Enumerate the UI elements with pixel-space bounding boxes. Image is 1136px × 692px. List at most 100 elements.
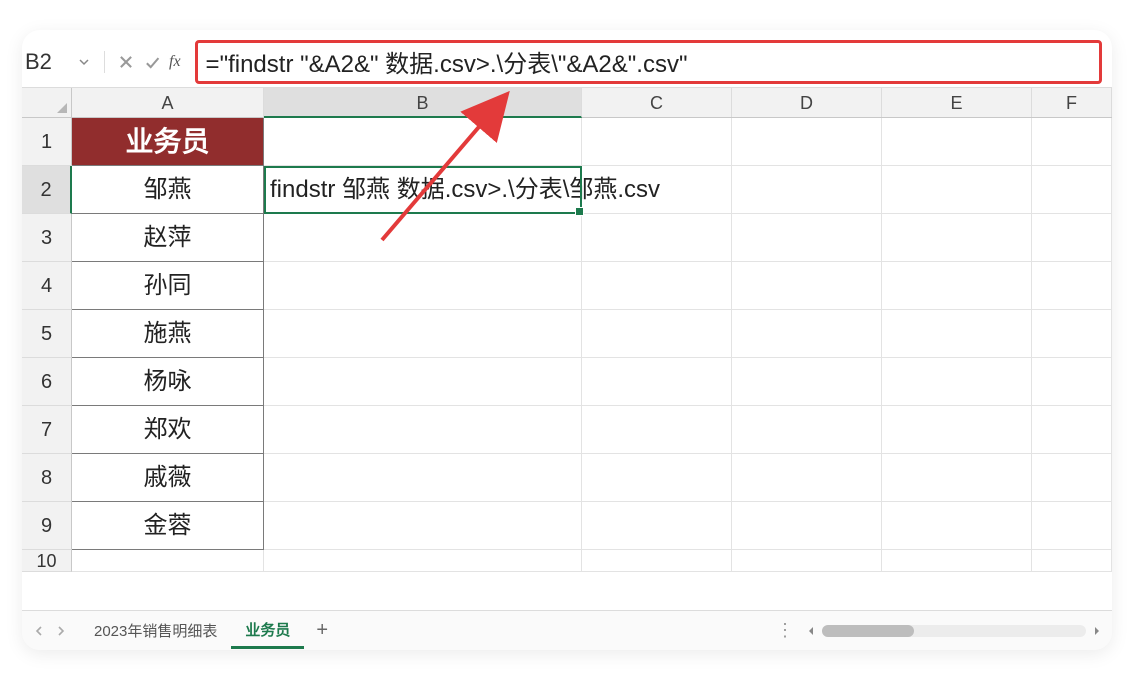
cell-C2[interactable]: [582, 166, 732, 214]
cell-F3[interactable]: [1032, 214, 1112, 262]
cell-E9[interactable]: [882, 502, 1032, 550]
fx-icon[interactable]: fx: [169, 53, 181, 71]
cell-A2[interactable]: 邹燕: [72, 166, 264, 214]
add-sheet-button[interactable]: +: [304, 619, 340, 642]
cell-D5[interactable]: [732, 310, 882, 358]
cell-F2[interactable]: [1032, 166, 1112, 214]
cell-F9[interactable]: [1032, 502, 1112, 550]
cell-F4[interactable]: [1032, 262, 1112, 310]
cell-B2[interactable]: [264, 166, 582, 214]
cell-C7[interactable]: [582, 406, 732, 454]
row-3: 3 赵萍: [22, 214, 1112, 262]
chevron-down-icon[interactable]: [79, 57, 89, 67]
scroll-left-icon[interactable]: [804, 624, 818, 638]
cell-E6[interactable]: [882, 358, 1032, 406]
cell-C1[interactable]: [582, 118, 732, 166]
cell-D7[interactable]: [732, 406, 882, 454]
cell-E10[interactable]: [882, 550, 1032, 572]
cell-D10[interactable]: [732, 550, 882, 572]
cell-E1[interactable]: [882, 118, 1032, 166]
cell-B8[interactable]: [264, 454, 582, 502]
cell-B3[interactable]: [264, 214, 582, 262]
row-header-7[interactable]: 7: [22, 406, 72, 454]
cell-C6[interactable]: [582, 358, 732, 406]
cell-F6[interactable]: [1032, 358, 1112, 406]
column-headers: A B C D E F: [22, 88, 1112, 118]
cell-B10[interactable]: [264, 550, 582, 572]
row-10: 10: [22, 550, 1112, 572]
cell-C3[interactable]: [582, 214, 732, 262]
cell-F5[interactable]: [1032, 310, 1112, 358]
cell-A4[interactable]: 孙同: [72, 262, 264, 310]
cell-D3[interactable]: [732, 214, 882, 262]
cell-A10[interactable]: [72, 550, 264, 572]
row-6: 6 杨咏: [22, 358, 1112, 406]
cell-C4[interactable]: [582, 262, 732, 310]
cell-E8[interactable]: [882, 454, 1032, 502]
row-header-4[interactable]: 4: [22, 262, 72, 310]
cell-A6[interactable]: 杨咏: [72, 358, 264, 406]
cell-F8[interactable]: [1032, 454, 1112, 502]
cell-B5[interactable]: [264, 310, 582, 358]
cell-D4[interactable]: [732, 262, 882, 310]
cell-E7[interactable]: [882, 406, 1032, 454]
sheet-tab-active[interactable]: 业务员: [231, 613, 304, 649]
cell-E4[interactable]: [882, 262, 1032, 310]
scroll-track[interactable]: [822, 625, 1086, 637]
cell-B7[interactable]: [264, 406, 582, 454]
scroll-thumb[interactable]: [822, 625, 914, 637]
spreadsheet-grid[interactable]: A B C D E F 1 业务员 2 邹燕: [22, 88, 1112, 610]
col-header-F[interactable]: F: [1032, 88, 1112, 117]
cell-D8[interactable]: [732, 454, 882, 502]
row-header-1[interactable]: 1: [22, 118, 72, 166]
select-all-corner[interactable]: [22, 88, 72, 117]
cell-E3[interactable]: [882, 214, 1032, 262]
cell-D2[interactable]: [732, 166, 882, 214]
cell-E2[interactable]: [882, 166, 1032, 214]
cell-A1[interactable]: 业务员: [72, 118, 264, 166]
row-header-3[interactable]: 3: [22, 214, 72, 262]
col-header-D[interactable]: D: [732, 88, 882, 117]
cell-A5[interactable]: 施燕: [72, 310, 264, 358]
cell-A9[interactable]: 金蓉: [72, 502, 264, 550]
cell-E5[interactable]: [882, 310, 1032, 358]
cell-D1[interactable]: [732, 118, 882, 166]
cell-D6[interactable]: [732, 358, 882, 406]
row-9: 9 金蓉: [22, 502, 1112, 550]
row-header-6[interactable]: 6: [22, 358, 72, 406]
scroll-right-icon[interactable]: [1090, 624, 1104, 638]
tab-prev-icon[interactable]: [30, 622, 48, 640]
row-header-8[interactable]: 8: [22, 454, 72, 502]
row-header-5[interactable]: 5: [22, 310, 72, 358]
cell-B6[interactable]: [264, 358, 582, 406]
formula-input[interactable]: ="findstr "&A2&" 数据.csv>.\分表\"&A2&".csv": [195, 40, 1102, 84]
row-header-2[interactable]: 2: [22, 166, 72, 214]
col-header-C[interactable]: C: [582, 88, 732, 117]
cell-C5[interactable]: [582, 310, 732, 358]
cell-F1[interactable]: [1032, 118, 1112, 166]
cell-A7[interactable]: 郑欢: [72, 406, 264, 454]
sheet-tab-2023[interactable]: 2023年销售明细表: [80, 614, 231, 647]
cell-B4[interactable]: [264, 262, 582, 310]
col-header-B[interactable]: B: [264, 88, 582, 118]
name-box[interactable]: B2: [22, 44, 92, 80]
horizontal-scrollbar[interactable]: [804, 623, 1104, 639]
row-header-9[interactable]: 9: [22, 502, 72, 550]
cell-A8[interactable]: 戚薇: [72, 454, 264, 502]
cell-A3[interactable]: 赵萍: [72, 214, 264, 262]
cell-C10[interactable]: [582, 550, 732, 572]
enter-icon[interactable]: [143, 53, 161, 71]
col-header-E[interactable]: E: [882, 88, 1032, 117]
row-header-10[interactable]: 10: [22, 550, 72, 572]
cell-F10[interactable]: [1032, 550, 1112, 572]
tab-more-icon[interactable]: ⋮: [776, 620, 804, 641]
cell-C9[interactable]: [582, 502, 732, 550]
cell-D9[interactable]: [732, 502, 882, 550]
cell-C8[interactable]: [582, 454, 732, 502]
cell-B9[interactable]: [264, 502, 582, 550]
cell-B1[interactable]: [264, 118, 582, 166]
col-header-A[interactable]: A: [72, 88, 264, 117]
tab-next-icon[interactable]: [52, 622, 70, 640]
cell-F7[interactable]: [1032, 406, 1112, 454]
cancel-icon[interactable]: [117, 53, 135, 71]
